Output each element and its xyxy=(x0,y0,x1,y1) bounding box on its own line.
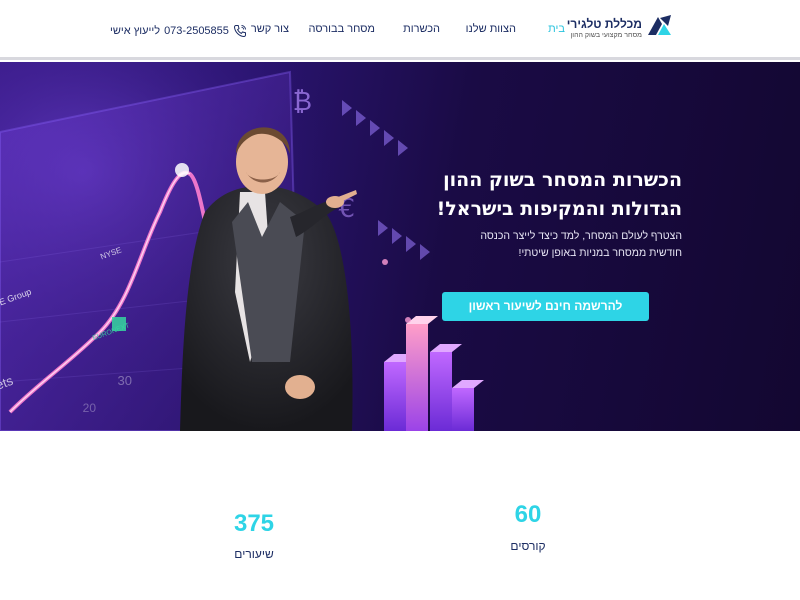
free-lesson-signup-button[interactable]: להרשמה חינם לשיעור ראשון xyxy=(442,292,649,321)
lessons-label: שיעורים xyxy=(234,547,274,561)
logo-icon xyxy=(648,15,671,35)
hero-title: הכשרות המסחר בשוק ההון הגדולות והמקיפות … xyxy=(422,166,682,224)
nav-stock-trading[interactable]: מסחר בבורסה xyxy=(309,23,375,35)
bitcoin-icon: ₿ xyxy=(293,87,312,117)
hero-title-line1: הכשרות המסחר בשוק ההון xyxy=(443,169,682,191)
axis-label-30: 30 xyxy=(118,373,132,388)
hero-subtitle: הצטרף לעולם המסחר, למד כיצד לייצר הכנסה … xyxy=(442,228,682,262)
nav-home[interactable]: בית xyxy=(548,23,565,35)
nav-contact[interactable]: צור קשר xyxy=(251,23,289,35)
nav-courses[interactable]: הכשרות xyxy=(403,23,440,35)
hero-title-line2: הגדולות והמקיפות בישראל! xyxy=(436,198,682,220)
hero-banner: CME Group NYSE EURONEXT OTCMarkets 30 20… xyxy=(0,62,800,431)
hero-subtitle-line1: הצטרף לעולם המסחר, למד כיצד לייצר הכנסה xyxy=(480,230,682,242)
axis-label-20: 20 xyxy=(83,401,97,415)
logo-name: מכללת טלגירי xyxy=(566,17,642,31)
phone-contact[interactable]: לייעוץ אישי 073-2505855 xyxy=(110,23,247,39)
phone-label: לייעוץ אישי xyxy=(110,25,161,37)
courses-count: 60 xyxy=(514,501,542,528)
phone-number[interactable]: 073-2505855 xyxy=(164,25,229,37)
logo[interactable]: מכללת טלגירי מסחר מקצועי בשוק ההון xyxy=(567,13,672,43)
site-header: מכללת טלגירי מסחר מקצועי בשוק ההון בית ה… xyxy=(0,0,800,60)
nav-team[interactable]: הצוות שלנו xyxy=(466,23,516,35)
hero-subtitle-line2: חודשית ממסחר במניות באופן שיטתי! xyxy=(518,247,682,259)
courses-label: קורסים xyxy=(510,539,546,553)
logo-tagline: מסחר מקצועי בשוק ההון xyxy=(570,32,642,39)
lessons-count: 375 xyxy=(233,510,275,537)
phone-icon xyxy=(233,25,246,38)
euronext-logo-icon xyxy=(112,317,126,331)
